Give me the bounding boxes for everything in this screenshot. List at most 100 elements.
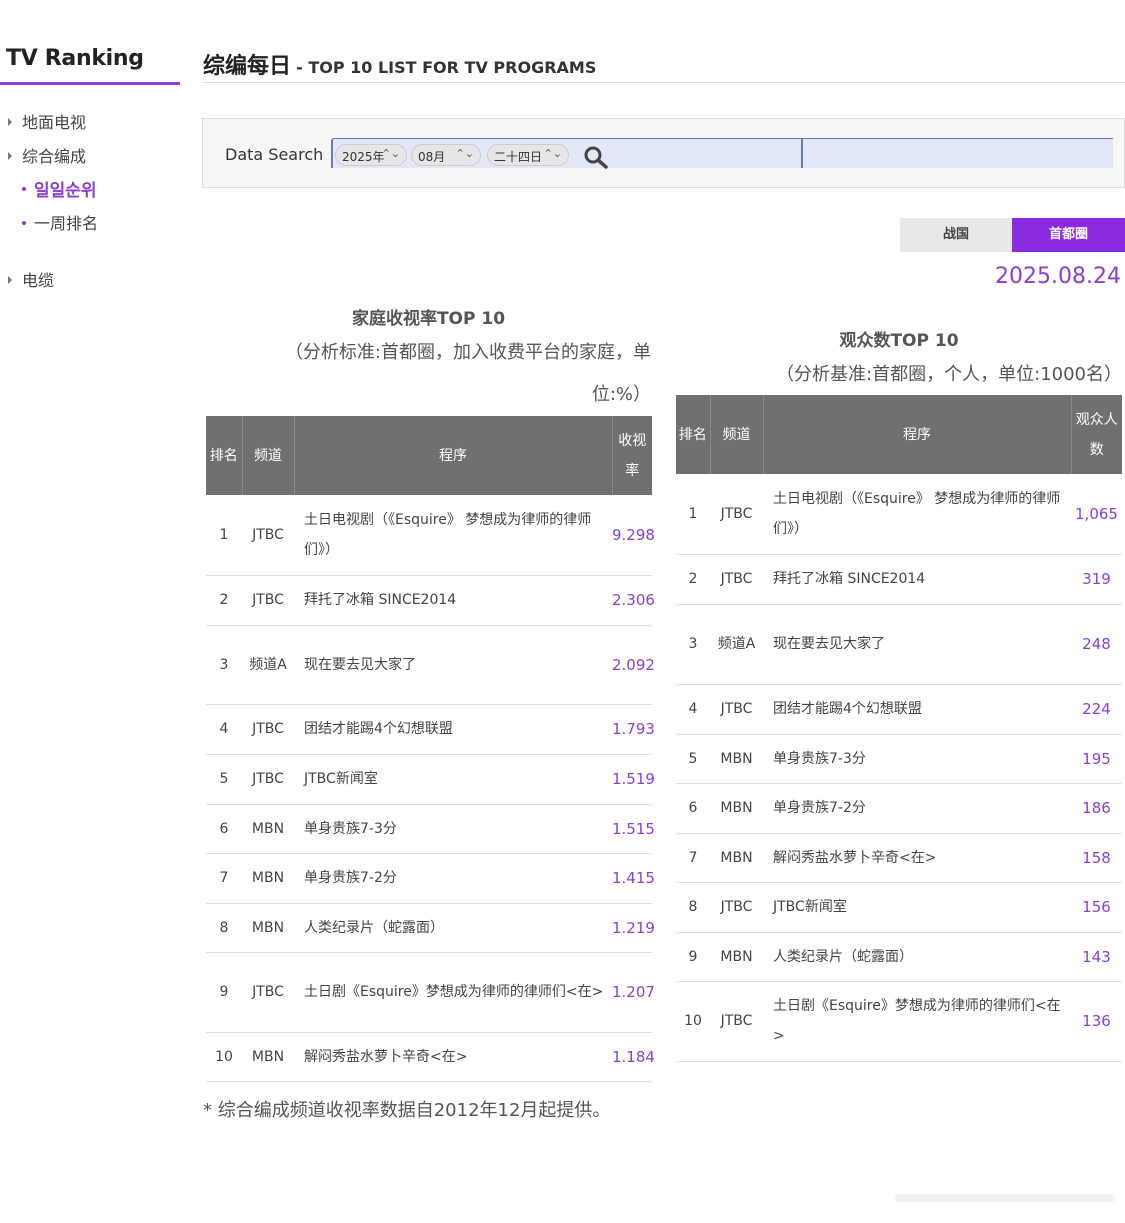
cell-program: 拜托了冰箱 SINCE2014 <box>763 554 1071 605</box>
cell-rank: 7 <box>206 853 242 904</box>
cell-channel: JTBC <box>242 704 294 755</box>
table-row: 3 频道A 现在要去见大家了 2.092 <box>206 625 655 705</box>
table-row: 6 MBN 单身贵族7-3分 1.515 <box>206 804 655 854</box>
caret-right-icon <box>8 275 12 284</box>
cell-rank: 3 <box>206 625 242 705</box>
cell-channel: JTBC <box>242 952 294 1033</box>
viewers-table-title: 观众数TOP 10 <box>839 331 959 351</box>
selected-date: 2025.08.24 <box>995 264 1121 289</box>
cell-value: 156 <box>1071 882 1122 933</box>
brand-title: TV Ranking <box>6 46 144 71</box>
cell-channel: JTBC <box>710 554 763 605</box>
viewers-table-subtitle: （分析基准:首都圈，个人，单位:1000名） <box>776 364 1122 385</box>
cell-channel: MBN <box>710 932 763 982</box>
region-capital-button[interactable]: 首都圈 <box>1012 218 1125 252</box>
search-secondary-field[interactable] <box>801 138 1113 168</box>
caret-right-icon <box>8 117 12 126</box>
cell-rank: 9 <box>676 932 710 982</box>
household-ratings-table: 排名 频道 程序 收视率 1 JTBC 土日电视剧（《Esquire》 梦想成为律师… <box>206 416 655 1082</box>
col-header-channel: 频道 <box>242 416 295 495</box>
cell-rank: 10 <box>676 981 710 1062</box>
sidebar-item-cable[interactable]: 电缆 <box>8 267 54 291</box>
cell-program: 团结才能踢4个幻想联盟 <box>763 684 1071 735</box>
cell-value: 195 <box>1071 734 1122 784</box>
search-date-field: 2025年 ⌃⌄ 08月 ⌃⌄ 二十四日 ⌃⌄ <box>331 138 803 169</box>
col-header-rank: 排名 <box>676 395 711 474</box>
cell-channel: MBN <box>710 734 763 784</box>
title-divider <box>203 82 1125 83</box>
footnote: * 综合编成频道收视率数据自2012年12月起提供。 <box>203 1100 611 1121</box>
sidebar-subitem-daily[interactable]: 일일순위 <box>22 176 97 201</box>
col-header-program: 程序 <box>763 395 1072 474</box>
bullet-icon <box>22 187 26 191</box>
cell-value: 1,065 <box>1071 474 1122 555</box>
page-title-sub: - TOP 10 LIST FOR TV PROGRAMS <box>296 58 597 77</box>
cell-channel: JTBC <box>710 981 763 1062</box>
cell-value: 224 <box>1071 684 1122 735</box>
household-table-subtitle: （分析标准:首都圈，加入收费平台的家庭，单 位:%） <box>206 332 651 416</box>
cell-rank: 2 <box>676 554 710 605</box>
day-select[interactable]: 二十四日 ⌃⌄ <box>487 144 569 166</box>
bullet-icon <box>22 220 26 225</box>
cell-channel: MBN <box>710 833 763 883</box>
cell-program: 单身贵族7-2分 <box>294 853 612 904</box>
cell-rank: 10 <box>206 1032 242 1082</box>
cell-value: 1.793 <box>612 704 655 755</box>
scroll-indicator <box>895 1194 1115 1202</box>
search-icon[interactable] <box>583 145 609 169</box>
cell-value: 1.219 <box>612 903 655 953</box>
cell-value: 1.519 <box>612 754 655 805</box>
cell-value: 158 <box>1071 833 1122 883</box>
cell-program: 解闷秀盐水萝卜辛奇<在> <box>763 833 1071 883</box>
cell-program: 解闷秀盐水萝卜辛奇<在> <box>294 1032 612 1082</box>
sidebar-item-terrestrial[interactable]: 地面电视 <box>8 109 86 133</box>
sidebar-subitem-label: 一周排名 <box>34 214 99 233</box>
col-header-viewers: 观众人数 <box>1071 395 1122 474</box>
month-select[interactable]: 08月 ⌃⌄ <box>411 144 481 166</box>
table-header-row: 排名 频道 程序 观众人数 <box>676 395 1122 474</box>
cell-value: 1.207 <box>612 952 655 1033</box>
cell-value: 1.184 <box>612 1032 655 1082</box>
caret-right-icon <box>8 151 12 160</box>
col-header-channel: 频道 <box>710 395 764 474</box>
cell-rank: 7 <box>676 833 710 883</box>
col-header-rating: 收视率 <box>612 416 652 495</box>
cell-program: 单身贵族7-3分 <box>763 734 1071 784</box>
cell-channel: MBN <box>242 903 294 953</box>
sidebar-item-label: 地面电视 <box>22 113 87 132</box>
table-row: 8 MBN 人类纪录片（蛇露面） 1.219 <box>206 903 655 953</box>
table-row: 10 JTBC 土日剧《Esquire》梦想成为律师的律师们<在> 136 <box>676 981 1122 1062</box>
table-row: 4 JTBC 团结才能踢4个幻想联盟 224 <box>676 684 1122 735</box>
cell-rank: 4 <box>206 704 242 755</box>
table-row: 2 JTBC 拜托了冰箱 SINCE2014 2.306 <box>206 575 655 626</box>
col-header-program: 程序 <box>294 416 613 495</box>
cell-value: 186 <box>1071 783 1122 834</box>
table-row: 4 JTBC 团结才能踢4个幻想联盟 1.793 <box>206 704 655 755</box>
search-label: Data Search <box>225 145 324 164</box>
year-select[interactable]: 2025年 ⌃⌄ <box>335 144 407 166</box>
table-row: 7 MBN 单身贵族7-2分 1.415 <box>206 853 655 904</box>
cell-value: 1.515 <box>612 804 655 854</box>
cell-program: 土日电视剧（《Esquire》 梦想成为律师的律师们》） <box>294 495 612 576</box>
cell-value: 143 <box>1071 932 1122 982</box>
table-row: 1 JTBC 土日电视剧（《Esquire》 梦想成为律师的律师们》） 1,065 <box>676 474 1122 555</box>
sidebar-item-comprehensive[interactable]: 综合编成 <box>8 143 86 167</box>
cell-channel: JTBC <box>242 495 294 576</box>
table-row: 10 MBN 解闷秀盐水萝卜辛奇<在> 1.184 <box>206 1032 655 1082</box>
table-row: 5 MBN 单身贵族7-3分 195 <box>676 734 1122 784</box>
cell-value: 2.092 <box>612 625 655 705</box>
cell-rank: 2 <box>206 575 242 626</box>
sidebar-subitem-weekly[interactable]: 一周排名 <box>22 210 98 234</box>
sidebar-item-label: 电缆 <box>22 271 55 290</box>
cell-value: 319 <box>1071 554 1122 605</box>
updown-chevron-icon: ⌃⌄ <box>381 147 400 160</box>
cell-value: 248 <box>1071 604 1122 685</box>
col-header-rank: 排名 <box>206 416 243 495</box>
cell-channel: JTBC <box>710 684 763 735</box>
cell-channel: JTBC <box>242 575 294 626</box>
cell-channel: MBN <box>242 1032 294 1082</box>
cell-channel: 频道A <box>710 604 763 685</box>
region-national-button[interactable]: 战国 <box>900 218 1012 252</box>
cell-program: 人类纪录片（蛇露面） <box>763 932 1071 982</box>
updown-chevron-icon: ⌃⌄ <box>455 147 474 160</box>
